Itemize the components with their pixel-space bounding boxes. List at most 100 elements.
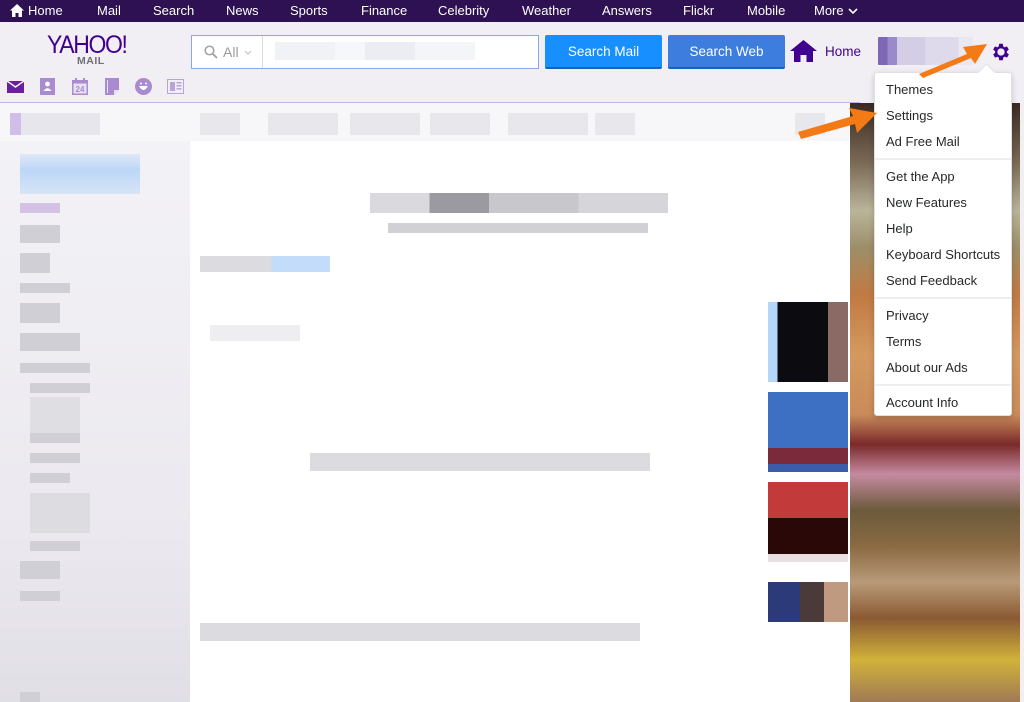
content-link-redacted[interactable]	[200, 256, 330, 272]
top-navigation-bar: Home Mail Search News Sports Finance Cel…	[0, 0, 1024, 22]
image-thumbnail[interactable]	[768, 392, 848, 472]
nav-home-label: Home	[28, 3, 63, 18]
menu-divider	[875, 158, 1011, 160]
menu-divider	[875, 384, 1011, 386]
app-notepad[interactable]	[102, 78, 121, 95]
folder-item[interactable]	[30, 453, 80, 463]
chevron-down-icon	[244, 50, 251, 55]
message-toolbar-redacted	[0, 103, 860, 141]
yahoo-mail-logo[interactable]: YAHOO! MAIL	[47, 33, 142, 69]
toolbar-item[interactable]	[268, 113, 338, 135]
folder-item[interactable]	[20, 225, 60, 243]
logo-product: MAIL	[77, 55, 105, 67]
app-contacts[interactable]	[38, 78, 57, 95]
nav-mail[interactable]: Mail	[97, 3, 121, 18]
menu-item-settings[interactable]: Settings	[886, 108, 933, 123]
menu-item-get-the-app[interactable]: Get the App	[886, 169, 955, 184]
menu-item-account-info[interactable]: Account Info	[886, 395, 958, 410]
content-text-redacted	[210, 325, 300, 341]
folder-item[interactable]	[20, 303, 60, 323]
nav-sports[interactable]: Sports	[290, 3, 328, 18]
search-web-button[interactable]: Search Web	[668, 35, 785, 69]
toolbar-item[interactable]	[10, 113, 100, 135]
envelope-icon	[7, 80, 24, 93]
folder-item[interactable]	[20, 363, 90, 373]
folder-item[interactable]	[30, 473, 70, 483]
folder-item[interactable]	[20, 203, 60, 213]
home-icon	[10, 4, 24, 17]
app-messenger[interactable]	[134, 78, 153, 95]
toolbar-item[interactable]	[200, 113, 240, 135]
app-calendar[interactable]: 24	[70, 78, 89, 95]
folder-item[interactable]	[30, 541, 80, 551]
toolbar-item[interactable]	[508, 113, 588, 135]
nav-celebrity[interactable]: Celebrity	[438, 3, 489, 18]
home-link[interactable]: Home	[790, 40, 861, 62]
folder-item[interactable]	[20, 591, 60, 601]
menu-item-about-our-ads[interactable]: About our Ads	[886, 360, 968, 375]
menu-item-themes[interactable]: Themes	[886, 82, 933, 97]
app-switcher: 24	[6, 78, 185, 95]
search-input-redacted-text	[275, 42, 475, 60]
menu-item-send-feedback[interactable]: Send Feedback	[886, 273, 977, 288]
calendar-icon: 24	[71, 78, 88, 95]
menu-item-privacy[interactable]: Privacy	[886, 308, 929, 323]
search-scope-dropdown[interactable]: All	[192, 36, 263, 68]
search-box: All	[191, 35, 539, 69]
search-scope-label: All	[223, 44, 239, 60]
menu-item-terms[interactable]: Terms	[886, 334, 921, 349]
folder-item[interactable]	[20, 561, 60, 579]
folder-item[interactable]	[30, 433, 80, 443]
content-text-redacted	[200, 623, 640, 641]
nav-more[interactable]: More	[814, 3, 858, 18]
nav-home[interactable]: Home	[10, 3, 63, 18]
folder-item[interactable]	[20, 283, 70, 293]
nav-weather[interactable]: Weather	[522, 3, 571, 18]
toolbar-item[interactable]	[795, 113, 825, 135]
contacts-icon	[40, 78, 55, 95]
content-subheading-redacted	[388, 223, 648, 233]
user-account-redacted[interactable]	[878, 37, 973, 65]
nav-more-label: More	[814, 3, 844, 18]
gear-icon	[993, 43, 1009, 61]
settings-gear-button[interactable]	[990, 41, 1012, 68]
svg-text:24: 24	[75, 85, 84, 94]
nav-mobile[interactable]: Mobile	[747, 3, 785, 18]
menu-item-keyboard-shortcuts[interactable]: Keyboard Shortcuts	[886, 247, 1000, 262]
image-thumbnail[interactable]	[768, 302, 848, 382]
folder-item[interactable]	[20, 333, 80, 351]
notepad-icon	[104, 78, 119, 95]
menu-item-new-features[interactable]: New Features	[886, 195, 967, 210]
settings-dropdown-menu: Themes Settings Ad Free Mail Get the App…	[874, 72, 1012, 416]
newsfeed-icon	[167, 79, 184, 94]
toolbar-item[interactable]	[430, 113, 490, 135]
content-text-redacted	[310, 453, 650, 471]
home-link-label: Home	[825, 43, 862, 59]
image-thumbnail[interactable]	[768, 582, 848, 622]
nav-flickr[interactable]: Flickr	[683, 3, 714, 18]
nav-search[interactable]: Search	[153, 3, 194, 18]
folder-item[interactable]	[30, 493, 90, 533]
menu-item-ad-free-mail[interactable]: Ad Free Mail	[886, 134, 960, 149]
folder-item[interactable]	[20, 692, 40, 702]
app-mail[interactable]	[6, 78, 25, 95]
home-icon	[790, 40, 817, 62]
nav-finance[interactable]: Finance	[361, 3, 407, 18]
search-mail-button[interactable]: Search Mail	[545, 35, 662, 69]
nav-answers[interactable]: Answers	[602, 3, 652, 18]
folder-sidebar-redacted	[0, 141, 190, 702]
app-newsfeed[interactable]	[166, 78, 185, 95]
smiley-icon	[135, 78, 152, 95]
menu-divider	[875, 297, 1011, 299]
nav-news[interactable]: News	[226, 3, 259, 18]
main-content-redacted	[190, 141, 850, 702]
menu-item-help[interactable]: Help	[886, 221, 913, 236]
folder-item[interactable]	[30, 383, 90, 393]
toolbar-item[interactable]	[350, 113, 420, 135]
folder-item[interactable]	[30, 397, 80, 433]
compose-button-redacted[interactable]	[20, 154, 140, 194]
search-icon	[204, 45, 218, 59]
image-thumbnail[interactable]	[768, 482, 848, 562]
toolbar-item[interactable]	[595, 113, 635, 135]
folder-item[interactable]	[20, 253, 50, 273]
